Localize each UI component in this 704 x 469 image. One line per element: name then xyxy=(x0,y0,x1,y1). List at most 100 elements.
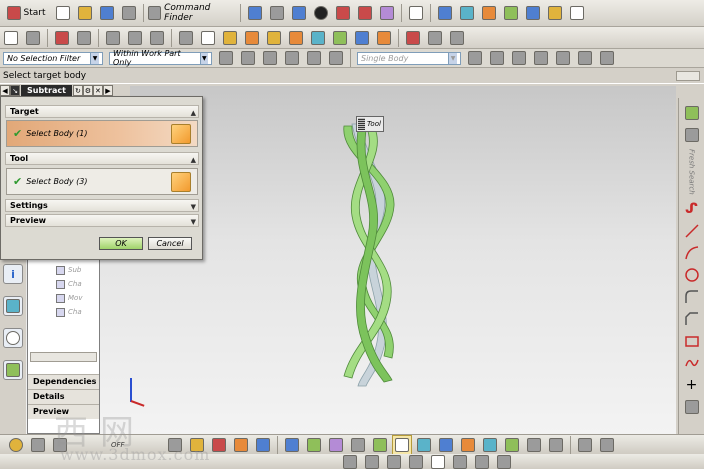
split-body-button[interactable] xyxy=(374,28,394,48)
csys-constructor-button[interactable] xyxy=(406,452,426,469)
show-button[interactable] xyxy=(304,435,324,455)
history-button[interactable] xyxy=(683,126,701,144)
select-button[interactable] xyxy=(245,3,265,23)
select-component-button[interactable] xyxy=(326,48,346,68)
measure-distance-button[interactable] xyxy=(28,435,48,455)
circle-button[interactable] xyxy=(683,266,701,284)
more-button[interactable] xyxy=(447,28,467,48)
shaded-view-button[interactable] xyxy=(289,3,309,23)
control-point-button[interactable] xyxy=(509,48,529,68)
snap-button[interactable] xyxy=(479,3,499,23)
shell-button[interactable] xyxy=(242,28,262,48)
blend-button[interactable] xyxy=(264,28,284,48)
sync-button[interactable] xyxy=(425,28,445,48)
studio-spline-button[interactable] xyxy=(683,354,701,372)
details-section[interactable]: Details xyxy=(28,389,99,404)
end-point-button[interactable] xyxy=(465,48,485,68)
info-button[interactable]: i xyxy=(3,264,23,284)
selection-filter-dropdown[interactable]: No Selection Filter ▼ xyxy=(3,51,103,65)
record-button[interactable] xyxy=(450,452,470,469)
body-filter-dropdown[interactable]: Single Body ▼ xyxy=(357,51,461,65)
mirror-button[interactable] xyxy=(330,28,350,48)
hole-button[interactable] xyxy=(147,28,167,48)
settings-group-header[interactable]: Settings ▼ xyxy=(5,199,199,212)
profile-button[interactable]: ᔑ xyxy=(683,200,701,218)
extrude-button[interactable] xyxy=(103,28,123,48)
offset-curve-button[interactable] xyxy=(683,398,701,416)
save-button[interactable] xyxy=(97,3,117,23)
select-all-button[interactable] xyxy=(238,48,258,68)
helix-button[interactable] xyxy=(74,28,94,48)
tool-group-header[interactable]: Tool ▲ xyxy=(5,152,199,165)
datum-button[interactable] xyxy=(23,28,43,48)
open-file-button[interactable] xyxy=(75,3,95,23)
pattern-button[interactable] xyxy=(308,28,328,48)
curve-button[interactable] xyxy=(52,28,72,48)
light-button[interactable] xyxy=(524,435,544,455)
tree-item[interactable]: Cha xyxy=(28,305,99,319)
scroll-left-button[interactable]: ◀ xyxy=(0,85,10,96)
arc-center-button[interactable] xyxy=(553,48,573,68)
settings-button[interactable]: ⚙ xyxy=(82,85,93,96)
face-analysis-button[interactable] xyxy=(355,3,375,23)
mid-point-button[interactable] xyxy=(487,48,507,68)
grid-button[interactable] xyxy=(567,3,587,23)
trim-body-button[interactable] xyxy=(352,28,372,48)
hide-button[interactable] xyxy=(282,435,302,455)
chamfer-button[interactable] xyxy=(286,28,306,48)
sketch-button[interactable] xyxy=(1,28,21,48)
preview-group-header[interactable]: Preview ▼ xyxy=(5,214,199,227)
print-button[interactable] xyxy=(119,3,139,23)
hidden-edges-button[interactable] xyxy=(377,3,397,23)
unite-button[interactable] xyxy=(176,28,196,48)
perspective-button[interactable] xyxy=(597,435,617,455)
stop-record-button[interactable] xyxy=(472,452,492,469)
snap-point-button[interactable] xyxy=(216,48,236,68)
roles-palette-button[interactable] xyxy=(3,360,23,380)
new-file-button[interactable] xyxy=(53,3,73,23)
point-on-curve-button[interactable] xyxy=(597,48,617,68)
ruler-button[interactable] xyxy=(545,3,565,23)
horizontal-scrollbar[interactable] xyxy=(30,352,97,362)
background-button[interactable] xyxy=(406,3,426,23)
edit-display-button[interactable] xyxy=(253,435,273,455)
vector-constructor-button[interactable] xyxy=(362,452,382,469)
target-group-header[interactable]: Target ▲ xyxy=(5,105,199,118)
point-constructor-button[interactable] xyxy=(340,452,360,469)
render-style-button[interactable] xyxy=(311,3,331,23)
analysis-button[interactable] xyxy=(523,3,543,23)
history-palette-button[interactable] xyxy=(3,328,23,348)
revolve-button[interactable] xyxy=(125,28,145,48)
play-button[interactable] xyxy=(428,452,448,469)
camera-button[interactable] xyxy=(546,435,566,455)
close-button[interactable]: ✕ xyxy=(92,85,103,96)
scroll-right-button[interactable]: ▶ xyxy=(102,85,113,96)
intersect-button[interactable] xyxy=(220,28,240,48)
start-button[interactable]: Start xyxy=(1,3,51,23)
subtract-tab-icon-button[interactable]: ↘ xyxy=(10,85,20,96)
select-edge-button[interactable] xyxy=(282,48,302,68)
target-select-body[interactable]: ✔ Select Body (1) xyxy=(6,120,198,147)
display-mode-button[interactable] xyxy=(575,435,595,455)
ok-button[interactable]: OK xyxy=(99,237,143,250)
select-face-button[interactable] xyxy=(260,48,280,68)
point-button[interactable]: + xyxy=(683,376,701,394)
orient-view-button[interactable] xyxy=(267,3,287,23)
edit-object-button[interactable] xyxy=(209,435,229,455)
tree-item[interactable]: Mov xyxy=(28,291,99,305)
subtract-button[interactable] xyxy=(198,28,218,48)
select-feature-button[interactable] xyxy=(304,48,324,68)
arc-button[interactable] xyxy=(683,244,701,262)
stop-button[interactable] xyxy=(403,28,423,48)
chamfer-sketch-button[interactable] xyxy=(683,310,701,328)
filter-button[interactable] xyxy=(494,452,514,469)
tool-select-body[interactable]: ✔ Select Body (3) xyxy=(6,168,198,195)
lightbulb-button[interactable] xyxy=(6,435,26,455)
measure-button[interactable] xyxy=(501,3,521,23)
intersection-point-button[interactable] xyxy=(531,48,551,68)
layer-settings-button[interactable] xyxy=(435,3,455,23)
rectangle-button[interactable] xyxy=(683,332,701,350)
cancel-button[interactable]: Cancel xyxy=(148,237,192,250)
scope-dropdown[interactable]: Within Work Part Only ▼ xyxy=(109,49,212,67)
reset-button[interactable]: ↻ xyxy=(72,85,83,96)
